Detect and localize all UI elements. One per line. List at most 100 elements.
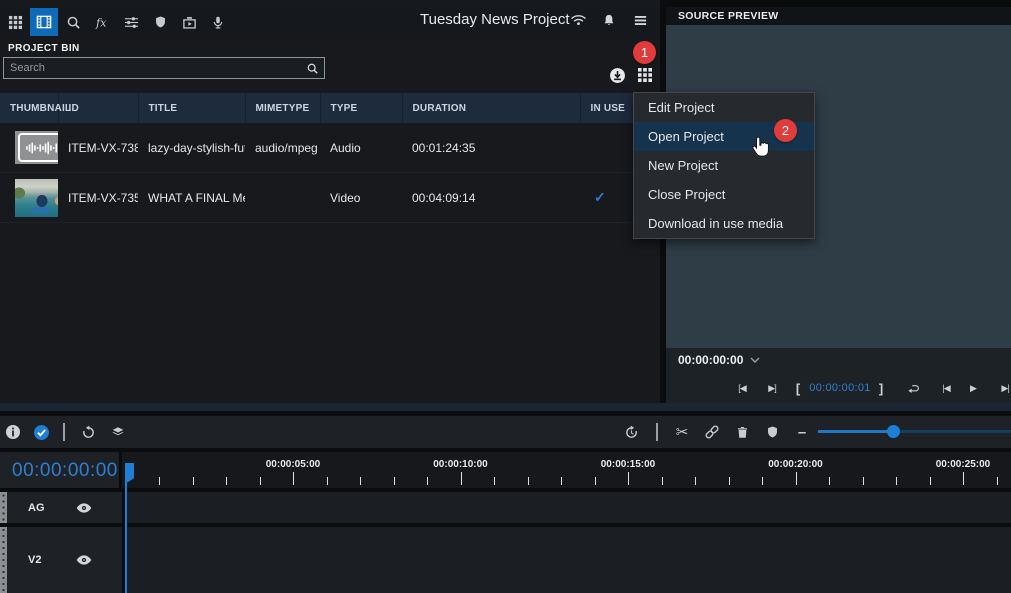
- column-header-id[interactable]: ID: [58, 93, 138, 123]
- ruler-tick: [561, 477, 562, 485]
- timeline-zoom-slider[interactable]: [818, 430, 1011, 433]
- check-circle-icon[interactable]: [30, 421, 52, 443]
- table-row[interactable]: ITEM-VX-7358WHAT A FINAL Men ...Video00:…: [0, 173, 660, 223]
- shield-icon[interactable]: [761, 421, 783, 443]
- column-header-duration[interactable]: DURATION: [402, 93, 580, 123]
- ruler-tick: [159, 477, 160, 485]
- ruler-tick: [963, 472, 964, 485]
- column-header-type[interactable]: TYPE: [320, 93, 402, 123]
- svg-text:fx: fx: [94, 16, 106, 29]
- preview-timecode: 00:00:00:00: [678, 353, 743, 367]
- ruler-tick: [494, 477, 495, 485]
- preview-timecode-bar: 00:00:00:00: [666, 348, 1011, 372]
- media-table: THUMBNAILIDTITLEMIMETYPETYPEDURATIONIN U…: [0, 93, 660, 223]
- menu-item-new-project[interactable]: New Project: [634, 151, 814, 180]
- media-box-icon[interactable]: [175, 8, 203, 36]
- waveform-icon: [18, 133, 58, 162]
- play-button[interactable]: ▶: [964, 372, 982, 404]
- skip-end-button[interactable]: ▶|: [993, 372, 1011, 404]
- track-name: V2: [28, 554, 41, 566]
- thumbnail-cell: [0, 173, 58, 223]
- project-menu: Edit ProjectOpen ProjectNew ProjectClose…: [633, 92, 815, 239]
- goto-out-button[interactable]: ▶]: [760, 372, 784, 404]
- ruler-tick: [327, 477, 328, 485]
- project-bin-panel: fx Tuesday News Project PROJECT BIN THUM…: [0, 0, 660, 403]
- ruler-tick: [226, 477, 227, 485]
- id-cell: ITEM-VX-7381: [58, 123, 138, 173]
- menu-item-close-project[interactable]: Close Project: [634, 180, 814, 209]
- track-header-ag[interactable]: AG: [0, 492, 122, 523]
- menu-icon[interactable]: [628, 8, 652, 32]
- mimetype-cell: [245, 173, 320, 223]
- ruler-tick: [762, 477, 763, 485]
- project-bin-label: PROJECT BIN: [8, 43, 80, 54]
- mark-out-button[interactable]: ]: [875, 372, 887, 404]
- menu-item-edit-project[interactable]: Edit Project: [634, 93, 814, 122]
- track-header-v2[interactable]: V2: [0, 527, 122, 593]
- track-visibility-eye-icon[interactable]: [76, 555, 92, 566]
- info-icon[interactable]: [2, 421, 24, 443]
- toolbar-divider: [63, 423, 65, 441]
- ruler-tick: [863, 477, 864, 485]
- bell-icon[interactable]: [597, 8, 621, 32]
- in-use-check-icon: ✓: [590, 189, 606, 205]
- trash-icon[interactable]: [731, 421, 753, 443]
- track-drag-handle[interactable]: [0, 492, 7, 523]
- zoom-slider-thumb[interactable]: [887, 425, 900, 438]
- search-icon[interactable]: [59, 8, 87, 36]
- history-icon[interactable]: [620, 421, 642, 443]
- unlink-icon[interactable]: [701, 421, 723, 443]
- ruler-label: 00:00:05:00: [253, 459, 333, 470]
- search-input[interactable]: [4, 62, 306, 74]
- ruler-label: 00:00:20:00: [756, 459, 836, 470]
- table-row[interactable]: ITEM-VX-7381lazy-day-stylish-futur...aud…: [0, 123, 660, 173]
- title-cell: WHAT A FINAL Men ...: [138, 173, 245, 223]
- ruler-tick: [695, 477, 696, 485]
- layers-icon[interactable]: [107, 421, 129, 443]
- duration-cell: 00:04:09:14: [402, 173, 580, 223]
- track-visibility-eye-icon[interactable]: [76, 502, 92, 513]
- track-row-v2: V2: [0, 527, 1011, 593]
- scissors-icon[interactable]: ✂: [671, 421, 693, 443]
- adjust-icon[interactable]: [117, 8, 145, 36]
- download-icon[interactable]: [606, 64, 628, 86]
- ruler-tick: [293, 472, 294, 485]
- skip-start-button[interactable]: |◀: [934, 372, 958, 404]
- ruler-tick: [595, 477, 596, 485]
- track-row-ag: AG: [0, 492, 1011, 523]
- project-bin-icon[interactable]: [30, 8, 58, 36]
- ruler-tick: [930, 477, 931, 485]
- effects-icon[interactable]: fx: [88, 8, 116, 36]
- ruler-tick: [997, 477, 998, 485]
- ruler-tick: [796, 472, 797, 485]
- column-header-thumbnail[interactable]: THUMBNAIL: [0, 93, 58, 123]
- bin-search-box: [3, 57, 325, 79]
- minus-icon[interactable]: –: [791, 421, 813, 443]
- search-icon[interactable]: [306, 62, 324, 75]
- microphone-icon[interactable]: [204, 8, 232, 36]
- track-lane[interactable]: [122, 527, 1011, 593]
- app-grid-icon[interactable]: [1, 8, 29, 36]
- wifi-icon[interactable]: [566, 8, 590, 32]
- chevron-down-icon[interactable]: [750, 357, 760, 363]
- ruler-tick: [829, 477, 830, 485]
- ruler-label: 00:00:10:00: [421, 459, 501, 470]
- shield-icon[interactable]: [146, 8, 174, 36]
- loop-button[interactable]: [902, 372, 924, 404]
- duration-cell: 00:01:24:35: [402, 123, 580, 173]
- column-header-mimetype[interactable]: MIMETYPE: [245, 93, 320, 123]
- track-lane[interactable]: [122, 492, 1011, 523]
- section-divider: [0, 403, 1011, 411]
- ruler-tick: [193, 477, 194, 485]
- timeline-ruler[interactable]: 00:00:05:0000:00:10:0000:00:15:0000:00:2…: [122, 452, 1011, 488]
- audio-waveform-thumbnail: [15, 131, 58, 164]
- mimetype-cell: audio/mpeg: [245, 123, 320, 173]
- bin-grid-icon[interactable]: [634, 64, 656, 86]
- toolbar-divider: [656, 423, 658, 441]
- undo-icon[interactable]: [77, 421, 99, 443]
- track-drag-handle[interactable]: [0, 527, 7, 593]
- goto-in-button[interactable]: [◀: [730, 372, 754, 404]
- column-header-title[interactable]: TITLE: [138, 93, 245, 123]
- mark-in-button[interactable]: [: [792, 372, 804, 404]
- menu-item-download-in-use-media[interactable]: Download in use media: [634, 209, 814, 238]
